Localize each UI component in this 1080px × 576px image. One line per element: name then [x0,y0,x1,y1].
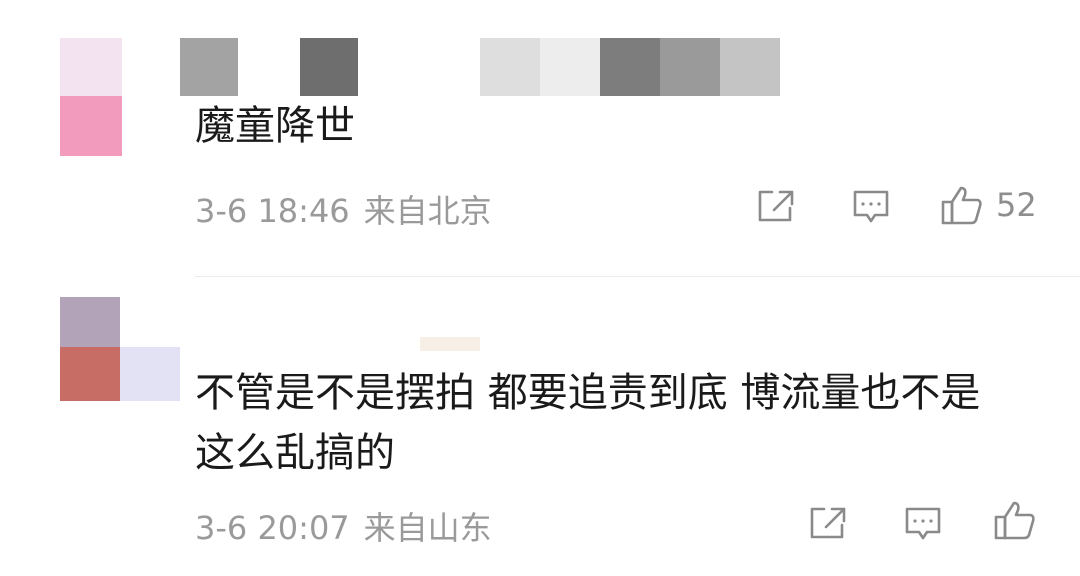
comment-text: 不管是不是摆拍 都要追责到底 博流量也不是 这么乱搞的 [195,370,981,476]
reply-button[interactable] [851,188,891,226]
comment-location: 来自北京 [363,192,492,230]
comment-item: 不管是不是摆拍 都要追责到底 博流量也不是 这么乱搞的 3-6 20:07 来自山… [0,277,1080,576]
like-count: 52 [996,186,1037,224]
share-icon [810,507,846,539]
avatar[interactable] [60,297,180,401]
comment-text: 魔童降世 [195,103,355,149]
avatar[interactable] [60,38,122,158]
share-button[interactable] [808,505,848,541]
username-redacted[interactable] [180,38,780,98]
comment-icon [905,507,941,540]
thumbs-up-icon [994,501,1035,540]
comment-time: 3-6 18:46 [195,192,350,230]
like-button[interactable]: 52 [940,184,1037,226]
share-icon [758,190,794,222]
comment-location: 来自山东 [363,509,492,547]
thumbs-up-icon [941,186,982,225]
comment-time: 3-6 20:07 [195,509,350,547]
username-redacted[interactable] [420,337,480,351]
comment-icon [853,190,889,223]
share-button[interactable] [756,188,796,224]
comment-meta: 3-6 20:07 来自山东 [195,503,492,549]
comment-item: 魔童降世 3-6 18:46 来自北京 52 [0,0,1080,276]
reply-button[interactable] [903,505,943,543]
like-button[interactable] [993,499,1049,541]
comment-meta: 3-6 18:46 来自北京 [195,186,492,232]
